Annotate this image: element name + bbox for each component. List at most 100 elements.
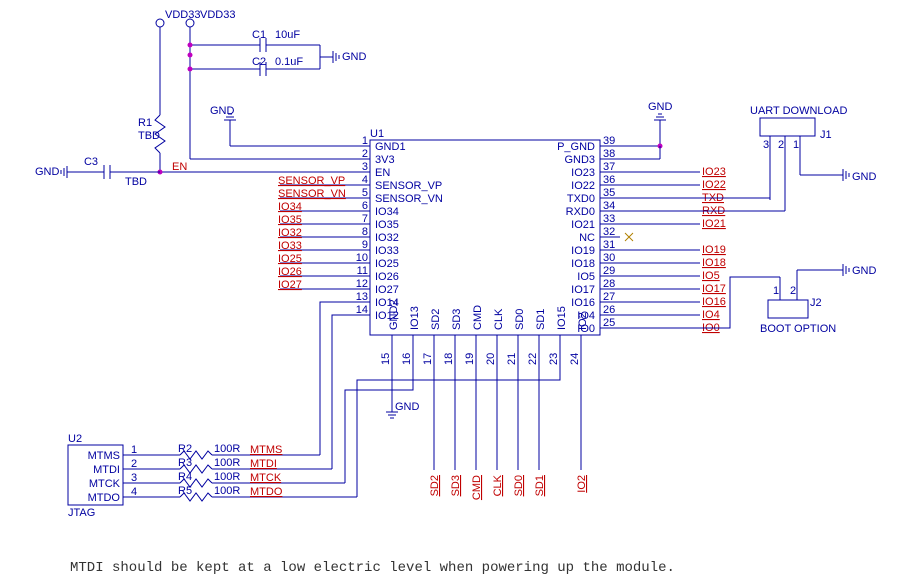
svg-text:13: 13 xyxy=(356,291,368,303)
svg-text:EN: EN xyxy=(375,167,390,179)
svg-text:NC: NC xyxy=(579,232,595,244)
gnd-label-u1-1: GND xyxy=(210,105,235,117)
svg-text:4: 4 xyxy=(362,174,368,186)
svg-text:4: 4 xyxy=(131,486,137,498)
svg-text:37: 37 xyxy=(603,161,615,173)
svg-text:IO22: IO22 xyxy=(571,180,595,192)
svg-text:IO5: IO5 xyxy=(577,271,595,283)
svg-text:SD3: SD3 xyxy=(450,475,462,496)
svg-text:IO32: IO32 xyxy=(375,232,399,244)
svg-text:30: 30 xyxy=(603,252,615,264)
c1-val: 10uF xyxy=(275,29,300,41)
svg-text:2: 2 xyxy=(131,458,137,470)
vdd33-b: VDD33 xyxy=(200,9,235,21)
svg-text:17: 17 xyxy=(422,353,434,365)
svg-text:14: 14 xyxy=(356,304,368,316)
svg-text:MTMS: MTMS xyxy=(88,450,120,462)
svg-text:IO34: IO34 xyxy=(278,201,302,213)
svg-text:SENSOR_VN: SENSOR_VN xyxy=(278,188,346,200)
svg-text:8: 8 xyxy=(362,226,368,238)
svg-text:SD0: SD0 xyxy=(513,475,525,496)
svg-text:32: 32 xyxy=(603,226,615,238)
svg-text:SD1: SD1 xyxy=(534,475,546,496)
svg-text:GND3: GND3 xyxy=(564,154,595,166)
svg-text:CMD: CMD xyxy=(471,475,483,500)
svg-text:24: 24 xyxy=(569,353,581,365)
svg-text:P_GND: P_GND xyxy=(557,141,595,153)
svg-text:CMD: CMD xyxy=(472,305,484,330)
svg-text:11: 11 xyxy=(357,265,368,277)
svg-text:RXD0: RXD0 xyxy=(566,206,595,218)
svg-text:MTCK: MTCK xyxy=(89,478,121,490)
svg-text:100R: 100R xyxy=(214,485,240,497)
svg-text:IO26: IO26 xyxy=(375,271,399,283)
svg-text:3: 3 xyxy=(362,161,368,173)
r1-val: TBD xyxy=(138,130,160,142)
j1-ref: J1 xyxy=(820,129,832,141)
svg-text:28: 28 xyxy=(603,278,615,290)
svg-text:16: 16 xyxy=(401,353,413,365)
svg-text:R4: R4 xyxy=(178,471,192,483)
svg-text:GND2: GND2 xyxy=(388,299,400,330)
svg-text:IO23: IO23 xyxy=(702,166,726,178)
svg-text:35: 35 xyxy=(603,187,615,199)
gnd-caps xyxy=(320,51,339,63)
svg-text:IO18: IO18 xyxy=(571,258,595,270)
j1-name: UART DOWNLOAD xyxy=(750,105,847,117)
svg-text:1: 1 xyxy=(793,139,799,151)
svg-text:IO19: IO19 xyxy=(702,244,726,256)
svg-text:25: 25 xyxy=(603,317,615,329)
svg-text:IO13: IO13 xyxy=(409,306,421,330)
svg-text:R5: R5 xyxy=(178,485,192,497)
svg-text:IO27: IO27 xyxy=(278,279,302,291)
svg-text:IO16: IO16 xyxy=(571,297,595,309)
svg-text:7: 7 xyxy=(362,213,368,225)
svg-text:IO16: IO16 xyxy=(702,296,726,308)
gnd-label-bottom: GND xyxy=(395,401,420,413)
svg-text:21: 21 xyxy=(506,353,518,365)
u1-ref: U1 xyxy=(370,128,384,140)
vdd33-a: VDD33 xyxy=(165,9,200,21)
svg-text:1: 1 xyxy=(362,135,368,147)
svg-text:3V3: 3V3 xyxy=(375,154,395,166)
svg-text:IO27: IO27 xyxy=(375,284,399,296)
u2-name: JTAG xyxy=(68,507,95,519)
c1-ref: C1 xyxy=(252,29,266,41)
svg-text:IO15: IO15 xyxy=(556,306,568,330)
svg-text:100R: 100R xyxy=(214,471,240,483)
svg-text:IO17: IO17 xyxy=(571,284,595,296)
svg-text:100R: 100R xyxy=(214,457,240,469)
svg-text:3: 3 xyxy=(763,139,769,151)
svg-text:IO5: IO5 xyxy=(702,270,720,282)
svg-text:MTDI: MTDI xyxy=(93,464,120,476)
svg-text:1: 1 xyxy=(131,444,137,456)
u2-ref: U2 xyxy=(68,433,82,445)
svg-text:MTDO: MTDO xyxy=(250,486,283,498)
c2-ref: C2 xyxy=(252,56,266,68)
schematic-canvas: U1 1GND123V33EN4SENSOR_VPSENSOR_VP5SENSO… xyxy=(0,0,903,580)
svg-text:TXD0: TXD0 xyxy=(567,193,595,205)
svg-text:2: 2 xyxy=(778,139,784,151)
r1-ref: R1 xyxy=(138,117,152,129)
svg-text:27: 27 xyxy=(603,291,615,303)
svg-text:IO33: IO33 xyxy=(278,240,302,252)
svg-text:6: 6 xyxy=(362,200,368,212)
svg-text:IO19: IO19 xyxy=(571,245,595,257)
svg-text:R3: R3 xyxy=(178,457,192,469)
svg-text:31: 31 xyxy=(603,239,615,251)
svg-text:SD0: SD0 xyxy=(514,309,526,330)
svg-text:IO35: IO35 xyxy=(375,219,399,231)
svg-text:33: 33 xyxy=(603,213,615,225)
svg-text:MTDI: MTDI xyxy=(250,458,277,470)
svg-text:SD1: SD1 xyxy=(535,309,547,330)
svg-text:IO32: IO32 xyxy=(278,227,302,239)
svg-text:SD2: SD2 xyxy=(430,309,442,330)
svg-text:SENSOR_VP: SENSOR_VP xyxy=(375,180,442,192)
svg-text:IO2: IO2 xyxy=(577,312,589,330)
footnote: MTDI should be kept at a low electric le… xyxy=(70,560,675,576)
gnd-label-j2: GND xyxy=(852,265,877,277)
svg-text:3: 3 xyxy=(131,472,137,484)
svg-text:38: 38 xyxy=(603,148,615,160)
svg-text:10: 10 xyxy=(356,252,368,264)
svg-text:CLK: CLK xyxy=(493,308,505,330)
